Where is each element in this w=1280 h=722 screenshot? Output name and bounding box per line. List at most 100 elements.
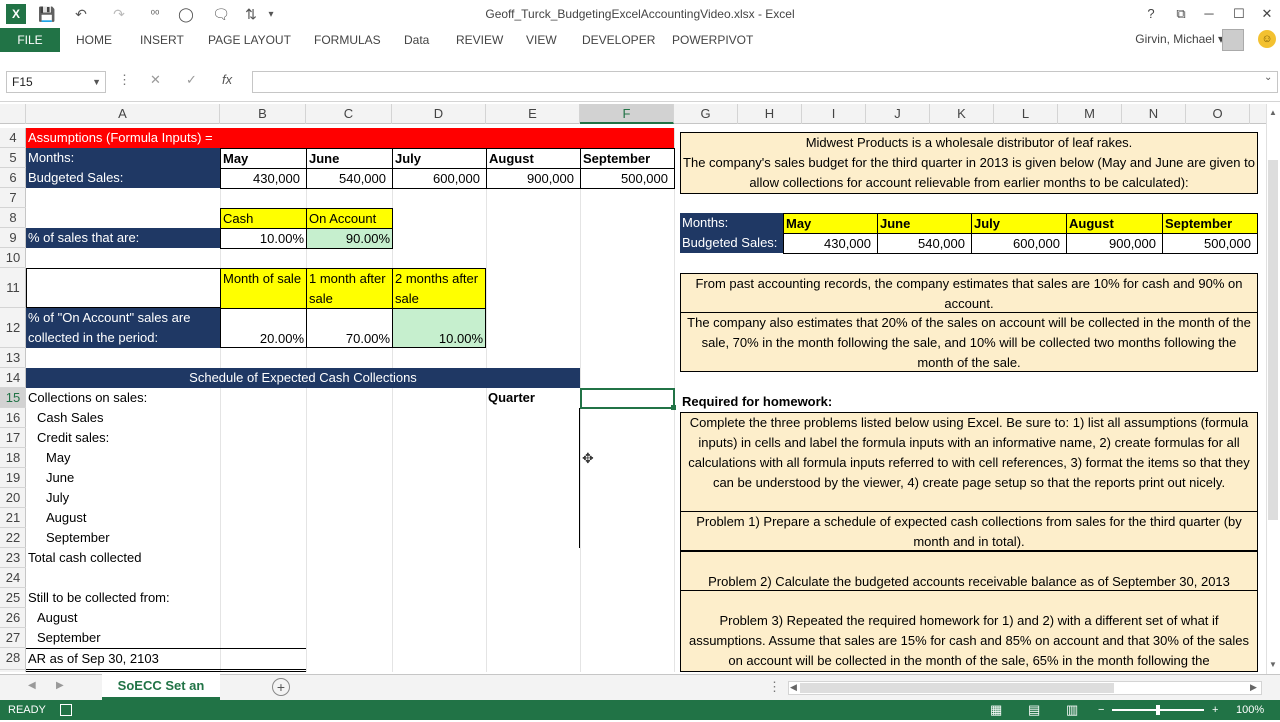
period-header[interactable]: 2 months after sale [392, 268, 486, 309]
tab-home[interactable]: HOME [76, 28, 112, 52]
problem-1-text[interactable]: Problem 1) Prepare a schedule of expecte… [680, 511, 1258, 552]
tab-formulas[interactable]: FORMULAS [314, 28, 381, 52]
close-button[interactable]: ✕ [1256, 4, 1278, 24]
info-paragraph-1[interactable]: From past accounting records, the compan… [680, 273, 1258, 313]
info-sales-cell[interactable]: 430,000 [783, 233, 878, 254]
info-sales-label[interactable]: Budgeted Sales: [680, 233, 784, 253]
col-header-o[interactable]: O [1186, 104, 1250, 124]
month-cell[interactable]: June [306, 148, 393, 169]
chevron-down-icon[interactable]: ▼ [92, 72, 101, 92]
info-sales-cell[interactable]: 900,000 [1066, 233, 1163, 254]
info-month-cell[interactable]: June [877, 213, 972, 234]
zoom-in-icon[interactable]: + [1212, 700, 1218, 720]
tab-powerpivot[interactable]: POWERPIVOT [672, 28, 753, 52]
intro-text[interactable]: Midwest Products is a wholesale distribu… [680, 132, 1258, 194]
tab-insert[interactable]: INSERT [140, 28, 184, 52]
row-header[interactable]: 24 [0, 568, 26, 588]
col-header-m[interactable]: M [1058, 104, 1122, 124]
row-header[interactable]: 14 [0, 368, 26, 388]
row-header[interactable]: 8 [0, 208, 26, 228]
row-header[interactable]: 16 [0, 408, 26, 428]
col-header-g[interactable]: G [674, 104, 738, 124]
sales-label[interactable]: Budgeted Sales: [26, 168, 220, 188]
pct-cash-cell[interactable]: 10.00% [220, 228, 307, 249]
scroll-down-icon[interactable]: ▼ [1269, 660, 1277, 669]
row-header[interactable]: 17 [0, 428, 26, 448]
sheet-tab-soecc[interactable]: SoECC Set an (1an) [102, 674, 220, 717]
col-header-c[interactable]: C [306, 104, 392, 124]
page-layout-view-icon[interactable]: ▤ [1028, 700, 1040, 720]
expand-formula-icon[interactable]: ⌄ [1264, 72, 1272, 83]
ribbon-display-icon[interactable]: ⧉ [1170, 4, 1192, 24]
total-collected-label[interactable]: Total cash collected [26, 548, 220, 568]
month-cell[interactable]: September [580, 148, 675, 169]
still-collected-label[interactable]: Still to be collected from: [26, 588, 220, 608]
fill-handle[interactable] [671, 405, 676, 410]
maximize-button[interactable]: ☐ [1228, 4, 1250, 24]
name-box[interactable]: F15 ▼ [6, 71, 106, 93]
problem-2-text[interactable]: Problem 2) Calculate the budgeted accoun… [680, 551, 1258, 591]
info-sales-cell[interactable]: 540,000 [877, 233, 972, 254]
row-header[interactable]: 25 [0, 588, 26, 608]
tab-review[interactable]: REVIEW [456, 28, 503, 52]
pct-sales-label[interactable]: % of sales that are: [26, 228, 220, 248]
credit-month-label[interactable]: September [26, 528, 220, 548]
months-label[interactable]: Months: [26, 148, 220, 168]
blank-cell[interactable] [26, 268, 220, 308]
horizontal-scroll-thumb[interactable] [800, 683, 1114, 693]
required-heading[interactable]: Required for homework: [680, 392, 980, 412]
col-header-h[interactable]: H [738, 104, 802, 124]
info-month-cell[interactable]: July [971, 213, 1067, 234]
credit-month-label[interactable]: July [26, 488, 220, 508]
credit-month-label[interactable]: May [26, 448, 220, 468]
row-header[interactable]: 11 [0, 268, 26, 308]
col-header-i[interactable]: I [802, 104, 866, 124]
collection-pct-cell[interactable]: 70.00% [306, 308, 393, 348]
page-break-view-icon[interactable]: ▥ [1066, 700, 1078, 720]
credit-month-label[interactable]: August [26, 508, 220, 528]
row-header[interactable]: 26 [0, 608, 26, 628]
quarter-header[interactable]: Quarter [486, 388, 580, 408]
cash-header[interactable]: Cash [220, 208, 307, 229]
sales-cell[interactable]: 430,000 [220, 168, 307, 189]
month-cell[interactable]: August [486, 148, 581, 169]
col-header-l[interactable]: L [994, 104, 1058, 124]
sales-cell[interactable]: 500,000 [580, 168, 675, 189]
insert-function-icon[interactable]: fx [222, 72, 232, 87]
new-sheet-button[interactable]: + [272, 678, 290, 696]
row-header[interactable]: 7 [0, 188, 26, 208]
collection-pct-cell[interactable]: 20.00% [220, 308, 307, 348]
enter-icon[interactable]: ✓ [186, 72, 197, 88]
collection-pct-cell[interactable]: 10.00% [392, 308, 486, 348]
vertical-scroll-thumb[interactable] [1268, 160, 1278, 520]
help-button[interactable]: ? [1140, 4, 1162, 24]
schedule-title[interactable]: Schedule of Expected Cash Collections [26, 368, 580, 388]
col-header-k[interactable]: K [930, 104, 994, 124]
col-header-e[interactable]: E [486, 104, 580, 124]
row-header[interactable]: 21 [0, 508, 26, 528]
col-header-j[interactable]: J [866, 104, 930, 124]
info-months-label[interactable]: Months: [680, 213, 784, 233]
col-header-f[interactable]: F [580, 104, 674, 124]
row-header[interactable]: 4 [0, 128, 26, 148]
minimize-button[interactable]: ─ [1198, 4, 1220, 24]
active-cell-f15[interactable] [580, 388, 675, 409]
zoom-slider-thumb[interactable] [1156, 705, 1160, 715]
month-cell[interactable]: May [220, 148, 307, 169]
collections-label[interactable]: Collections on sales: [26, 388, 220, 408]
tab-developer[interactable]: DEVELOPER [582, 28, 655, 52]
homework-text[interactable]: Complete the three problems listed below… [680, 412, 1258, 512]
tab-file[interactable]: FILE [0, 28, 60, 52]
smiley-feedback-icon[interactable]: ☺ [1258, 30, 1276, 48]
zoom-out-icon[interactable]: − [1098, 700, 1104, 720]
row-header[interactable]: 23 [0, 548, 26, 568]
info-sales-cell[interactable]: 600,000 [971, 233, 1067, 254]
still-month-label[interactable]: August [26, 608, 220, 628]
on-account-header[interactable]: On Account [306, 208, 393, 229]
cancel-icon[interactable]: ✕ [150, 72, 161, 88]
pct-account-cell[interactable]: 90.00% [306, 228, 393, 249]
tab-view[interactable]: VIEW [526, 28, 557, 52]
scroll-right-icon[interactable]: ▶ [1250, 682, 1257, 693]
credit-month-label[interactable]: June [26, 468, 220, 488]
problem-3-text[interactable]: Problem 3) Repeated the required homewor… [680, 590, 1258, 672]
